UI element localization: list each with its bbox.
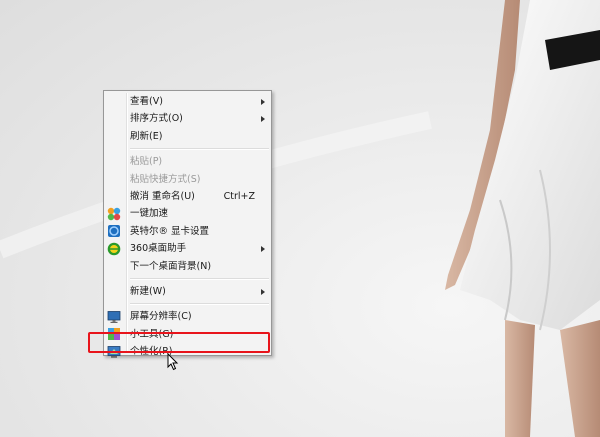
submenu-arrow-icon — [261, 288, 265, 295]
speedup-icon — [107, 207, 121, 221]
wallpaper-woman-white-dress — [0, 0, 600, 437]
intel-graphics-icon — [108, 225, 120, 238]
menu-item-next-background[interactable]: 下一个桌面背景(N) — [104, 258, 271, 275]
menu-separator — [130, 148, 269, 151]
menu-separator — [130, 303, 269, 306]
menu-item-360-desktop[interactable]: 360桌面助手 — [104, 240, 271, 257]
360-desktop-icon — [107, 242, 121, 255]
mouse-cursor-icon — [167, 353, 179, 371]
highlight-annotation-box — [88, 332, 270, 353]
menu-item-refresh[interactable]: 刷新(E) — [104, 128, 271, 145]
submenu-arrow-icon — [261, 246, 265, 253]
desktop-background[interactable]: 查看(V) 排序方式(O) 刷新(E) 粘贴(P) 粘贴快捷方式(S) 撤消 重… — [0, 0, 600, 437]
menu-item-screen-resolution[interactable]: 屏幕分辨率(C) — [104, 308, 271, 325]
monitor-icon — [107, 310, 121, 323]
menu-item-intel-graphics[interactable]: 英特尔® 显卡设置 — [104, 223, 271, 240]
menu-item-paste-shortcut[interactable]: 粘贴快捷方式(S) — [104, 171, 271, 188]
submenu-arrow-icon — [261, 99, 265, 105]
menu-item-view[interactable]: 查看(V) — [104, 93, 271, 110]
menu-item-new[interactable]: 新建(W) — [104, 283, 271, 300]
menu-item-paste[interactable]: 粘贴(P) — [104, 153, 271, 170]
submenu-arrow-icon — [261, 116, 265, 123]
menu-item-undo-rename[interactable]: 撤消 重命名(U) Ctrl+Z — [104, 188, 271, 205]
menu-item-speedup[interactable]: 一键加速 — [104, 205, 271, 222]
menu-separator — [130, 277, 269, 280]
menu-item-sort-by[interactable]: 排序方式(O) — [104, 110, 271, 127]
shortcut-label: Ctrl+Z — [223, 190, 255, 202]
desktop-context-menu: 查看(V) 排序方式(O) 刷新(E) 粘贴(P) 粘贴快捷方式(S) 撤消 重… — [103, 90, 272, 358]
